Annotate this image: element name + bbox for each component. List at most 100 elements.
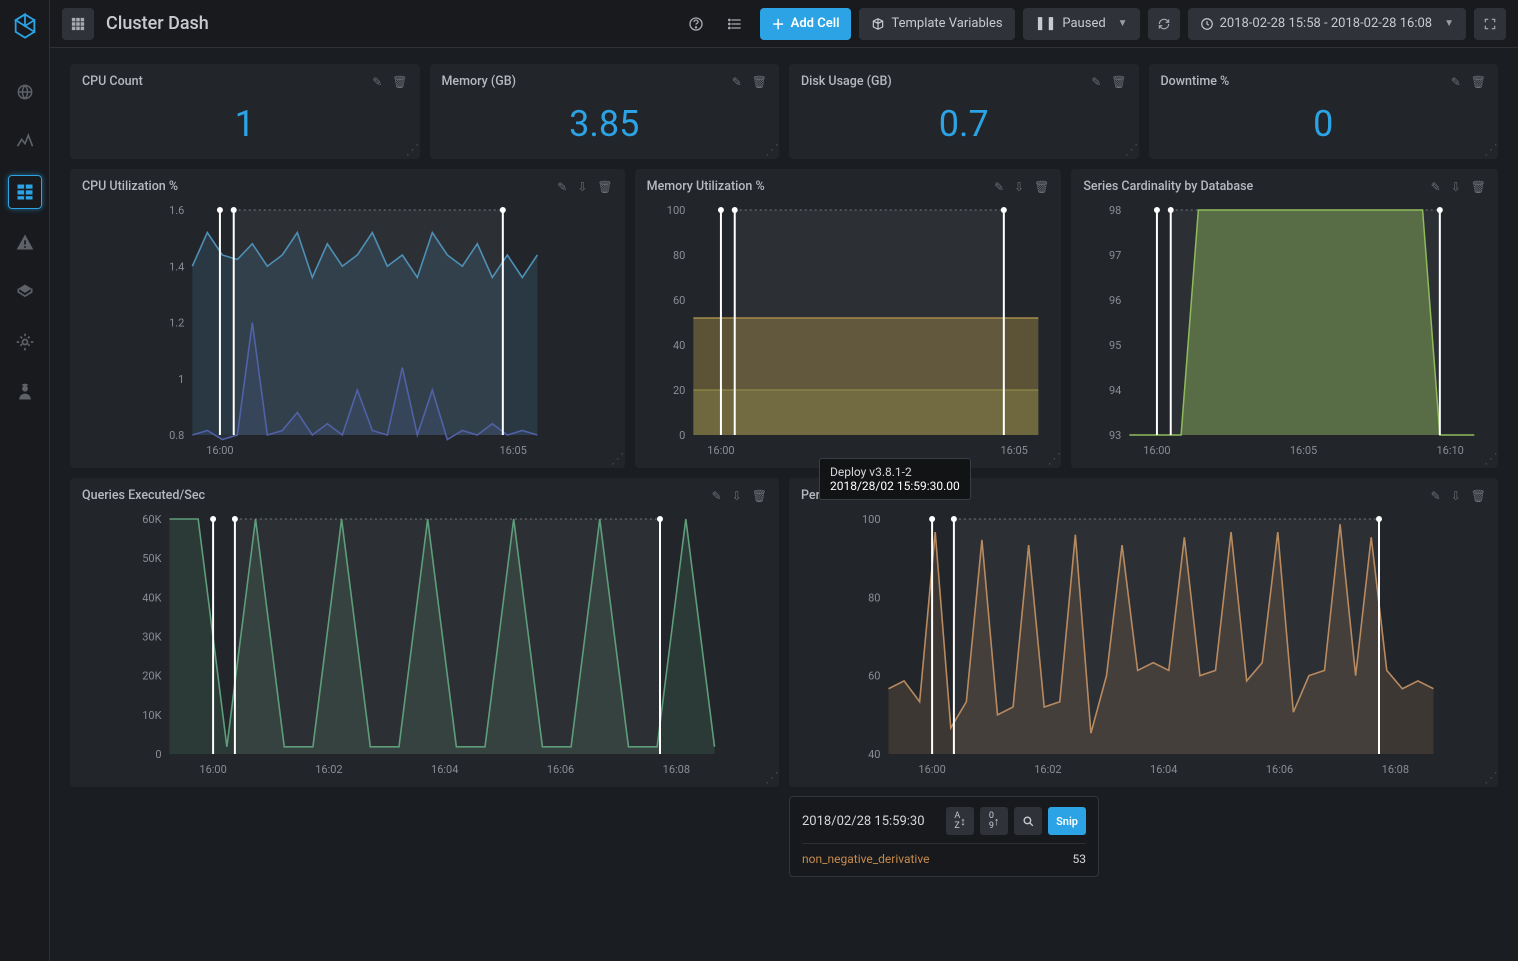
svg-text:60: 60	[673, 294, 685, 307]
edit-icon[interactable]: ✎	[732, 75, 742, 89]
download-icon[interactable]: ⇩	[1014, 180, 1024, 194]
resize-handle[interactable]: ⋰	[406, 145, 418, 157]
sidebar-item-explore[interactable]	[0, 117, 50, 167]
refresh-button[interactable]	[1148, 8, 1180, 40]
chart-body[interactable]: 98979695949316:0016:0516:10	[1083, 200, 1486, 460]
grid-menu-button[interactable]	[62, 8, 94, 40]
svg-text:95: 95	[1109, 339, 1121, 352]
svg-text:1.4: 1.4	[169, 260, 184, 273]
edit-icon[interactable]: ✎	[1091, 75, 1101, 89]
svg-text:10K: 10K	[142, 709, 161, 722]
svg-text:96: 96	[1109, 294, 1121, 307]
resize-handle[interactable]: ⋰	[1484, 773, 1496, 785]
svg-text:30K: 30K	[142, 631, 161, 644]
dashboard-grid: CPU Count ✎ 🗑 1 ⋰ Memory (GB) ✎🗑 3.85 ⋰ …	[50, 48, 1518, 961]
add-cell-button[interactable]: ＋ Add Cell	[760, 8, 852, 40]
cell-title: Downtime %	[1161, 74, 1230, 89]
delete-icon[interactable]: 🗑	[597, 180, 612, 194]
timerange-label: 2018-02-28 15:58 - 2018-02-28 16:08	[1220, 16, 1433, 31]
resize-handle[interactable]: ⋰	[1484, 454, 1496, 466]
svg-text:16:02: 16:02	[315, 763, 342, 776]
svg-text:16:06: 16:06	[1266, 763, 1293, 776]
sidebar-item-dashboards[interactable]	[0, 167, 50, 217]
delete-icon[interactable]: 🗑	[1111, 75, 1126, 89]
delete-icon[interactable]: 🗑	[752, 75, 767, 89]
svg-text:0: 0	[679, 429, 685, 442]
delete-icon[interactable]: 🗑	[752, 489, 767, 503]
svg-text:16:05: 16:05	[1000, 444, 1027, 457]
edit-icon[interactable]: ✎	[994, 180, 1004, 194]
tooltip-timestamp: 2018/28/02 15:59:30.00	[830, 479, 960, 493]
snip-metric: non_negative_derivative	[802, 852, 929, 866]
download-icon[interactable]: ⇩	[1451, 180, 1461, 194]
search-button[interactable]	[1014, 807, 1042, 835]
svg-text:16:00: 16:00	[199, 763, 226, 776]
resize-handle[interactable]: ⋰	[765, 773, 777, 785]
template-vars-button[interactable]: Template Variables	[859, 8, 1014, 40]
snip-value: 53	[1073, 852, 1087, 866]
svg-text:0.8: 0.8	[169, 429, 184, 442]
download-icon[interactable]: ⇩	[577, 180, 587, 194]
edit-icon[interactable]: ✎	[372, 75, 382, 89]
chart-cardinality: Series Cardinality by Database ✎⇩🗑 98979…	[1071, 169, 1498, 468]
svg-text:16:00: 16:00	[918, 763, 945, 776]
svg-text:93: 93	[1109, 429, 1121, 442]
delete-icon[interactable]: 🗑	[1471, 75, 1486, 89]
delete-icon[interactable]: 🗑	[1471, 180, 1486, 194]
chart-body[interactable]: 10080604016:0016:0216:0416:0616:08	[801, 509, 1486, 779]
refresh-paused-button[interactable]: ❚❚ Paused ▼	[1023, 8, 1140, 40]
help-button[interactable]	[680, 8, 712, 40]
svg-text:16:00: 16:00	[206, 444, 233, 457]
timerange-button[interactable]: 2018-02-28 15:58 - 2018-02-28 16:08 ▼	[1188, 8, 1466, 40]
stat-memory: Memory (GB) ✎🗑 3.85 ⋰	[430, 64, 780, 159]
download-icon[interactable]: ⇩	[1451, 489, 1461, 503]
edit-icon[interactable]: ✎	[557, 180, 567, 194]
chart-mem-util: Memory Utilization % ✎⇩🗑 10080604020016:…	[635, 169, 1062, 468]
svg-text:40: 40	[673, 339, 685, 352]
fullscreen-button[interactable]	[1474, 8, 1506, 40]
snip-button[interactable]: Snip	[1048, 807, 1086, 835]
svg-text:0: 0	[155, 748, 161, 761]
plus-icon: ＋	[772, 14, 785, 33]
download-icon[interactable]: ⇩	[732, 489, 742, 503]
svg-text:94: 94	[1109, 384, 1121, 397]
delete-icon[interactable]: 🗑	[1471, 489, 1486, 503]
edit-icon[interactable]: ✎	[1431, 489, 1441, 503]
chevron-down-icon: ▼	[1118, 18, 1128, 29]
sort-az-button[interactable]: AZ↕	[946, 807, 974, 835]
sidebar	[0, 0, 50, 961]
resize-handle[interactable]: ⋰	[1484, 145, 1496, 157]
edit-icon[interactable]: ✎	[712, 489, 722, 503]
svg-text:16:00: 16:00	[707, 444, 734, 457]
tooltip-title: Deploy v3.8.1-2	[830, 465, 960, 479]
resize-handle[interactable]: ⋰	[1047, 454, 1059, 466]
chart-body[interactable]: 60K50K40K30K20K10K016:0016:0216:0416:061…	[82, 509, 767, 779]
svg-text:98: 98	[1109, 204, 1121, 217]
svg-text:16:10: 16:10	[1437, 444, 1464, 457]
chart-body[interactable]: 1.61.41.210.816:0016:05	[82, 200, 613, 460]
resize-handle[interactable]: ⋰	[611, 454, 623, 466]
resize-handle[interactable]: ⋰	[1125, 145, 1137, 157]
sidebar-item-alerts[interactable]	[0, 217, 50, 267]
app-logo[interactable]	[9, 10, 41, 42]
edit-icon[interactable]: ✎	[1431, 180, 1441, 194]
svg-text:1: 1	[178, 373, 184, 386]
sidebar-item-config[interactable]	[0, 317, 50, 367]
svg-text:16:06: 16:06	[547, 763, 574, 776]
delete-icon[interactable]: 🗑	[392, 75, 407, 89]
stat-value: 0	[1161, 95, 1487, 151]
stat-disk: Disk Usage (GB) ✎🗑 0.7 ⋰	[789, 64, 1139, 159]
svg-text:20: 20	[673, 384, 685, 397]
chart-body[interactable]: 10080604020016:0016:05	[647, 200, 1050, 460]
edit-icon[interactable]: ✎	[1451, 75, 1461, 89]
sidebar-item-user[interactable]	[0, 367, 50, 417]
sidebar-item-admin[interactable]	[0, 267, 50, 317]
svg-text:40: 40	[868, 748, 880, 761]
resize-handle[interactable]: ⋰	[765, 145, 777, 157]
svg-text:100: 100	[666, 204, 685, 217]
delete-icon[interactable]: 🗑	[1034, 180, 1049, 194]
list-button[interactable]	[720, 8, 752, 40]
sidebar-item-hosts[interactable]	[0, 67, 50, 117]
chart-per: Per- ✎⇩🗑 10080604016:0016:0216:0416:0616…	[789, 478, 1498, 787]
sort-09-button[interactable]: 09↑	[980, 807, 1008, 835]
